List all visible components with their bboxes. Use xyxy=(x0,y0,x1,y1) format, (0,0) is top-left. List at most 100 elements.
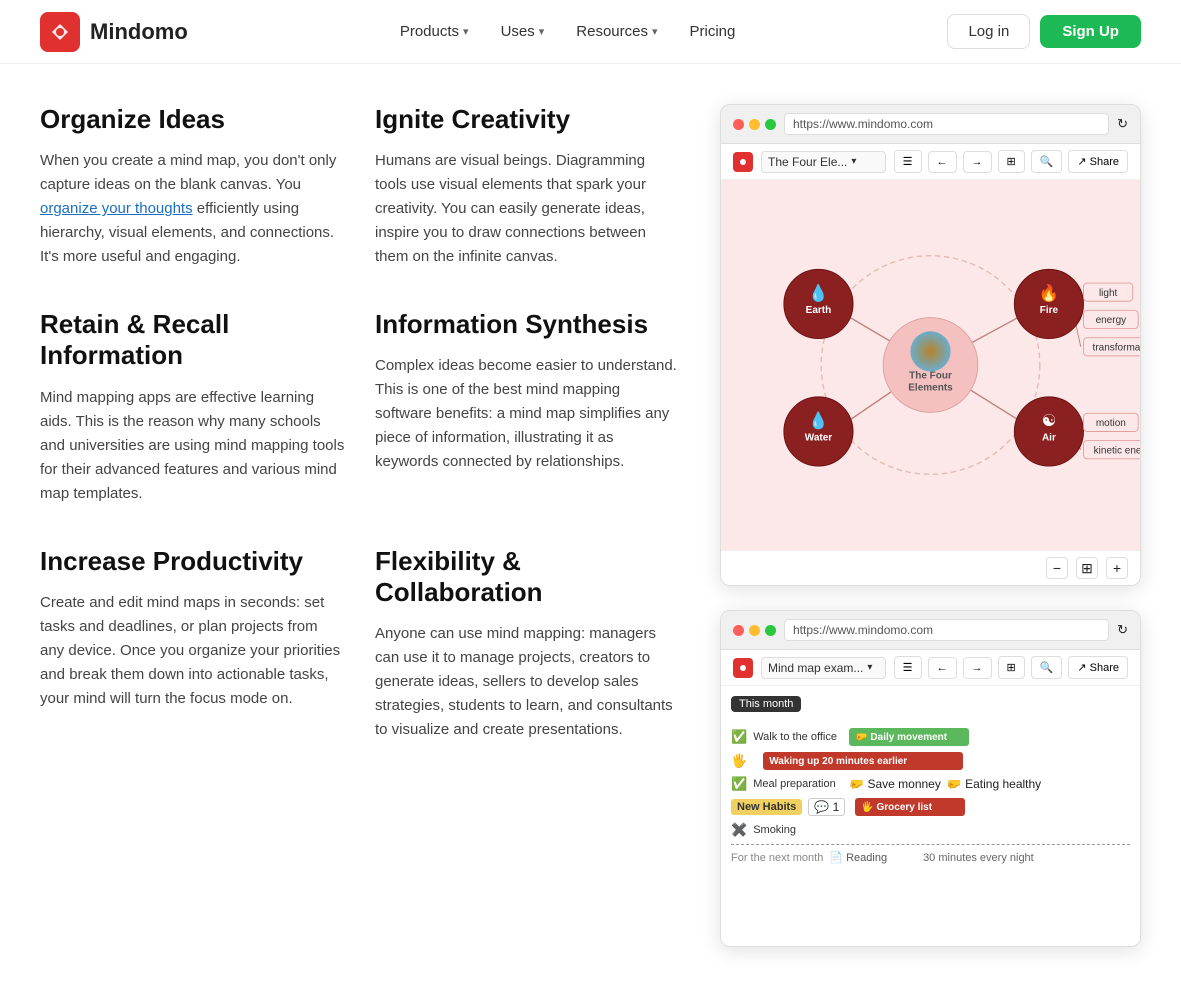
organize-thoughts-link[interactable]: organize your thoughts xyxy=(40,200,193,217)
refresh-icon-2[interactable]: ↻ xyxy=(1117,622,1128,638)
zoom-in-btn[interactable]: + xyxy=(1106,557,1128,579)
gantt-row-1: ✅ Walk to the office 🤛 Daily movement xyxy=(731,728,1130,746)
svg-text:light: light xyxy=(1099,288,1118,299)
gantt-label-5: Smoking xyxy=(753,824,843,836)
feature-title-6: Flexibility & Collaboration xyxy=(375,546,680,608)
toolbar-title-2[interactable]: Mind map exam... ▾ xyxy=(761,657,886,679)
toolbar-forward-btn[interactable]: → xyxy=(963,151,992,173)
comment-badge: 💬 1 xyxy=(808,798,845,816)
right-panel: https://www.mindomo.com ↻ The Four Ele..… xyxy=(720,104,1141,947)
feature-productivity: Increase Productivity Create and edit mi… xyxy=(40,546,345,742)
svg-text:The Four: The Four xyxy=(909,371,952,382)
svg-text:☯: ☯ xyxy=(1042,412,1057,430)
svg-text:transformation: transformation xyxy=(1093,342,1140,353)
svg-text:kinetic energy: kinetic energy xyxy=(1094,445,1140,456)
dot-minimize[interactable] xyxy=(749,119,760,130)
share-icon-2: ↗ xyxy=(1077,661,1086,674)
chevron-down-icon: ▾ xyxy=(652,25,658,38)
gantt-bar-4: 🖐️ Grocery list xyxy=(855,798,965,816)
svg-text:motion: motion xyxy=(1096,418,1126,429)
feature-desc-1: When you create a mind map, you don't on… xyxy=(40,149,345,269)
feature-title-4: Information Synthesis xyxy=(375,309,680,340)
feature-flexibility: Flexibility & Collaboration Anyone can u… xyxy=(375,546,680,742)
browser-mockup-2: https://www.mindomo.com ↻ Mind map exam.… xyxy=(720,610,1141,947)
toolbar-share-btn-2[interactable]: ↗ Share xyxy=(1068,656,1128,679)
dot-maximize-2[interactable] xyxy=(765,625,776,636)
feature-desc-5: Create and edit mind maps in seconds: se… xyxy=(40,591,345,711)
toolbar-share-btn-1[interactable]: ↗ Share xyxy=(1068,150,1128,173)
svg-text:Elements: Elements xyxy=(908,383,953,394)
gantt-row-6: For the next month 📄 Reading 30 minutes … xyxy=(731,851,1130,864)
browser-url-1[interactable]: https://www.mindomo.com xyxy=(784,113,1109,135)
gantt-reading-note: 30 minutes every night xyxy=(923,852,1034,864)
feature-title-5: Increase Productivity xyxy=(40,546,345,577)
toolbar-search-btn-2[interactable]: 🔍 xyxy=(1031,656,1063,679)
toolbar-back-btn-2[interactable]: ← xyxy=(928,657,957,679)
navbar: Mindomo Products ▾ Uses ▾ Resources ▾ Pr… xyxy=(0,0,1181,64)
nav-item-products[interactable]: Products ▾ xyxy=(388,15,481,48)
feature-desc-2: Humans are visual beings. Diagramming to… xyxy=(375,149,680,269)
nav-item-resources[interactable]: Resources ▾ xyxy=(564,15,669,48)
feature-title-3: Retain & Recall Information xyxy=(40,309,345,371)
feature-desc-3: Mind mapping apps are effective learning… xyxy=(40,386,345,506)
gantt-row-5: ✖️ Smoking xyxy=(731,822,1130,838)
gantt-bar-2: Waking up 20 minutes earlier xyxy=(763,752,963,770)
toolbar-insert-btn[interactable]: ⊞ xyxy=(998,150,1025,173)
dot-minimize-2[interactable] xyxy=(749,625,760,636)
gantt-inner: This month ✅ Walk to the office 🤛 Daily … xyxy=(721,686,1140,878)
toolbar-menu-btn[interactable]: ☰ xyxy=(894,150,922,173)
dot-close-2[interactable] xyxy=(733,625,744,636)
gantt-section-line xyxy=(731,844,1130,845)
toolbar-logo-2 xyxy=(733,658,753,678)
toolbar-back-btn[interactable]: ← xyxy=(928,151,957,173)
x-icon: ✖️ xyxy=(731,822,747,838)
browser-toolbar-2: Mind map exam... ▾ ☰ ← → ⊞ 🔍 ↗ Share xyxy=(721,650,1140,686)
browser-url-2[interactable]: https://www.mindomo.com xyxy=(784,619,1109,641)
toolbar-actions-1: ☰ ← → ⊞ 🔍 ↗ Share xyxy=(894,150,1128,173)
features-panel: Organize Ideas When you create a mind ma… xyxy=(40,104,680,947)
svg-text:💧: 💧 xyxy=(808,411,828,430)
gantt-row-4: New Habits 💬 1 🖐️ Grocery list xyxy=(731,798,1130,816)
logo-icon xyxy=(40,12,80,52)
gantt-label-3: Meal preparation xyxy=(753,778,843,790)
toolbar-forward-btn-2[interactable]: → xyxy=(963,657,992,679)
gantt-header-badge: This month xyxy=(731,696,801,712)
refresh-icon[interactable]: ↻ xyxy=(1117,116,1128,132)
svg-text:💧: 💧 xyxy=(808,284,828,303)
svg-text:🔥: 🔥 xyxy=(1039,284,1059,303)
toolbar-actions-2: ☰ ← → ⊞ 🔍 ↗ Share xyxy=(894,656,1128,679)
toolbar-title-1[interactable]: The Four Ele... ▾ xyxy=(761,151,886,173)
signup-button[interactable]: Sign Up xyxy=(1040,15,1141,48)
browser-bottom-1: − ⊞ + xyxy=(721,550,1140,585)
dot-maximize[interactable] xyxy=(765,119,776,130)
gantt-label-1: Walk to the office xyxy=(753,731,843,743)
browser-mockup-1: https://www.mindomo.com ↻ The Four Ele..… xyxy=(720,104,1141,586)
savings-icon: 🤛 Save monney xyxy=(849,777,941,791)
main-content: Organize Ideas When you create a mind ma… xyxy=(0,64,1181,987)
chevron-down-icon: ▾ xyxy=(851,156,856,167)
browser-dots-1 xyxy=(733,119,776,130)
chevron-down-icon: ▾ xyxy=(463,25,469,38)
nav-menu: Products ▾ Uses ▾ Resources ▾ Pricing xyxy=(388,15,748,48)
toolbar-insert-btn-2[interactable]: ⊞ xyxy=(998,656,1025,679)
browser-toolbar-1: The Four Ele... ▾ ☰ ← → ⊞ 🔍 ↗ Share xyxy=(721,144,1140,180)
navbar-actions: Log in Sign Up xyxy=(947,14,1141,49)
login-button[interactable]: Log in xyxy=(947,14,1030,49)
zoom-out-btn[interactable]: − xyxy=(1046,557,1068,579)
svg-text:Fire: Fire xyxy=(1040,305,1059,316)
svg-text:Water: Water xyxy=(805,433,833,444)
gantt-row-2: 🖐️ Waking up 20 minutes earlier xyxy=(731,752,1130,770)
fit-btn[interactable]: ⊞ xyxy=(1076,557,1098,579)
svg-text:energy: energy xyxy=(1096,315,1127,326)
nav-item-pricing[interactable]: Pricing xyxy=(678,15,748,48)
nav-item-uses[interactable]: Uses ▾ xyxy=(489,15,557,48)
dot-close[interactable] xyxy=(733,119,744,130)
logo[interactable]: Mindomo xyxy=(40,12,188,52)
toolbar-search-btn[interactable]: 🔍 xyxy=(1031,150,1063,173)
feature-title-2: Ignite Creativity xyxy=(375,104,680,135)
svg-text:Air: Air xyxy=(1042,433,1056,444)
toolbar-menu-btn-2[interactable]: ☰ xyxy=(894,656,922,679)
chevron-down-icon: ▾ xyxy=(539,25,545,38)
mindmap-svg: The Four Elements 💧 Earth 🔥 Fire 💧 Water xyxy=(721,180,1140,550)
logo-text: Mindomo xyxy=(90,19,188,45)
